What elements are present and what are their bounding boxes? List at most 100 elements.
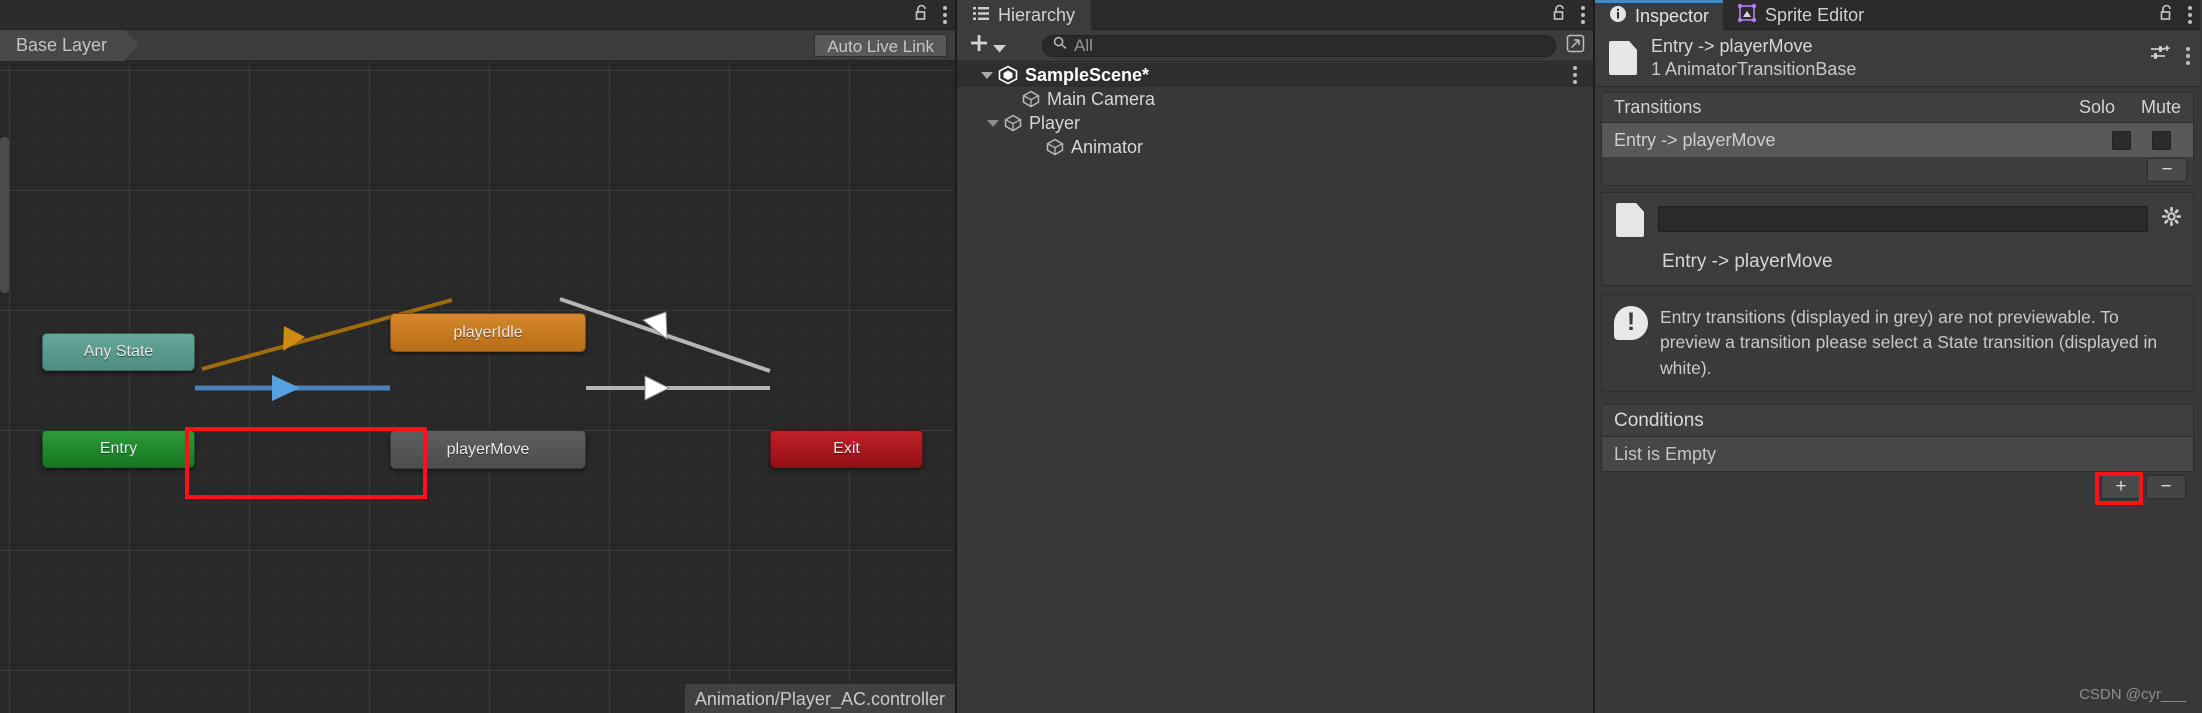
transition-name-input[interactable] <box>1658 206 2148 232</box>
node-label: playerIdle <box>453 323 523 341</box>
kebab-menu-icon[interactable] <box>2186 46 2190 65</box>
chevron-down-icon <box>993 33 1006 59</box>
conditions-header: Conditions <box>1602 405 2193 438</box>
lock-open-icon[interactable] <box>914 4 929 26</box>
transition-list-row[interactable]: Entry -> playerMove <box>1602 123 2193 157</box>
csdn-watermark: CSDN @cyr___ <box>2079 686 2186 703</box>
lock-open-icon[interactable] <box>2159 4 2174 26</box>
hierarchy-tabstrip-icons <box>1552 0 1585 30</box>
lock-open-icon[interactable] <box>1552 4 1567 26</box>
tab-label: Sprite Editor <box>1765 4 1865 25</box>
animator-tabstrip <box>0 0 955 30</box>
hierarchy-item-label: Animator <box>1071 136 1144 157</box>
hierarchy-panel: Hierarchy All SampleScene* Main Camera P… <box>957 0 1595 713</box>
transition-row-label: Entry -> playerMove <box>1614 129 1776 150</box>
add-gameobject-button[interactable] <box>965 33 1010 59</box>
hierarchy-tabstrip: Hierarchy <box>957 0 1593 30</box>
kebab-menu-icon[interactable] <box>1581 6 1585 24</box>
sprite-editor-icon <box>1737 3 1757 28</box>
add-condition-button[interactable]: + <box>2101 475 2141 500</box>
asset-header-icons <box>2150 44 2190 67</box>
conditions-footer: + − <box>1595 472 2200 506</box>
document-icon <box>1616 203 1644 237</box>
solo-checkbox[interactable] <box>2112 130 2131 150</box>
transitions-header: Transitions Solo Mute <box>1602 93 2193 123</box>
preset-sliders-icon[interactable] <box>2150 44 2170 67</box>
transition-detail-row <box>1616 203 2182 237</box>
hierarchy-icon <box>973 5 990 26</box>
animator-toolbar: Base Layer Auto Live Link <box>0 29 955 61</box>
animator-graph-canvas[interactable]: Any State Entry playerIdle playerMove Ex… <box>0 61 955 713</box>
hierarchy-item-label: Main Camera <box>1047 88 1156 109</box>
mute-label: Mute <box>2140 97 2181 117</box>
controller-path-label: Animation/Player_AC.controller <box>683 683 955 713</box>
animator-transition-edges <box>195 297 771 401</box>
remove-condition-button[interactable]: − <box>2146 475 2186 500</box>
node-label: Any State <box>83 343 154 360</box>
asset-titles: Entry -> playerMove 1 AnimatorTransition… <box>1651 36 1856 80</box>
hierarchy-item-animator[interactable]: Animator <box>957 135 1593 159</box>
unity-scene-icon <box>998 65 1018 85</box>
tab-label: Hierarchy <box>998 4 1076 25</box>
transitions-title: Transitions <box>1614 97 1702 117</box>
transitions-section: Transitions Solo Mute Entry -> playerMov… <box>1601 92 2194 186</box>
animator-node-any-state[interactable]: Any State <box>42 333 195 371</box>
kebab-menu-icon[interactable] <box>943 6 947 24</box>
conditions-empty-text: List is Empty <box>1602 437 2193 472</box>
info-icon <box>1609 5 1627 28</box>
node-label: playerMove <box>446 440 530 458</box>
auto-live-link-button[interactable]: Auto Live Link <box>814 34 947 57</box>
animator-node-player-idle[interactable]: playerIdle <box>390 313 586 352</box>
kebab-menu-icon[interactable] <box>1573 66 1577 84</box>
transition-detail-block: Entry -> playerMove <box>1601 192 2194 286</box>
tab-hierarchy[interactable]: Hierarchy <box>957 0 1092 30</box>
hierarchy-item-player[interactable]: Player <box>957 111 1593 135</box>
breadcrumb-base-layer[interactable]: Base Layer <box>0 29 140 61</box>
transition-row-toggles <box>2112 130 2171 150</box>
transitions-list-footer: − <box>1602 157 2193 185</box>
animator-node-player-move[interactable]: playerMove <box>390 430 586 469</box>
node-label: Exit <box>833 440 860 457</box>
search-placeholder: All <box>1074 35 1093 55</box>
asset-subtitle: 1 AnimatorTransitionBase <box>1651 59 1857 79</box>
info-message-box: Entry transitions (displayed in grey) ar… <box>1601 294 2194 393</box>
animator-tabstrip-icons <box>914 0 947 30</box>
expand-window-icon[interactable] <box>1566 34 1585 58</box>
inspector-tabstrip-icons <box>2159 0 2192 30</box>
hierarchy-item-main-camera[interactable]: Main Camera <box>957 87 1593 111</box>
hierarchy-item-samplescene[interactable]: SampleScene* <box>957 63 1593 87</box>
remove-transition-button[interactable]: − <box>2147 158 2187 182</box>
hierarchy-toolbar: All <box>957 30 1593 62</box>
node-label: Entry <box>99 440 138 457</box>
asset-title: Entry -> playerMove <box>1651 36 1813 56</box>
info-message-text: Entry transitions (displayed in grey) ar… <box>1660 307 2158 378</box>
solo-label: Solo <box>2078 97 2115 117</box>
hierarchy-tree: SampleScene* Main Camera Player Animator <box>957 63 1593 713</box>
chevron-down-icon[interactable] <box>987 119 999 127</box>
tab-sprite-editor[interactable]: Sprite Editor <box>1723 0 1878 30</box>
warning-icon <box>1614 306 1648 340</box>
tab-label: Inspector <box>1635 6 1710 26</box>
document-icon <box>1609 41 1637 75</box>
animator-node-entry[interactable]: Entry <box>42 430 195 468</box>
animator-node-exit[interactable]: Exit <box>770 430 923 468</box>
conditions-section: Conditions List is Empty <box>1601 404 2194 473</box>
kebab-menu-icon[interactable] <box>2188 6 2192 24</box>
tab-inspector[interactable]: Inspector <box>1595 0 1724 30</box>
inspector-tabstrip: Inspector Sprite Editor <box>1595 0 2200 30</box>
chevron-down-icon[interactable] <box>981 71 993 79</box>
inspector-panel: Inspector Sprite Editor Entry -> playerM… <box>1595 0 2200 713</box>
gear-icon[interactable] <box>2161 206 2182 231</box>
breadcrumb-label: Base Layer <box>16 34 108 55</box>
plus-icon <box>969 33 989 59</box>
animator-panel: Base Layer Auto Live Link Any State Entr… <box>0 0 957 713</box>
search-icon <box>1053 36 1067 55</box>
hierarchy-item-label: SampleScene* <box>1025 64 1150 85</box>
transition-display-name: Entry -> playerMove <box>1662 251 1833 272</box>
mute-checkbox[interactable] <box>2152 130 2171 150</box>
solo-mute-headers: Solo Mute <box>2079 97 2181 118</box>
search-input[interactable]: All <box>1042 34 1556 57</box>
gameobject-cube-icon <box>1022 90 1040 108</box>
hierarchy-item-label: Player <box>1029 112 1081 133</box>
gameobject-cube-icon <box>1046 138 1064 156</box>
